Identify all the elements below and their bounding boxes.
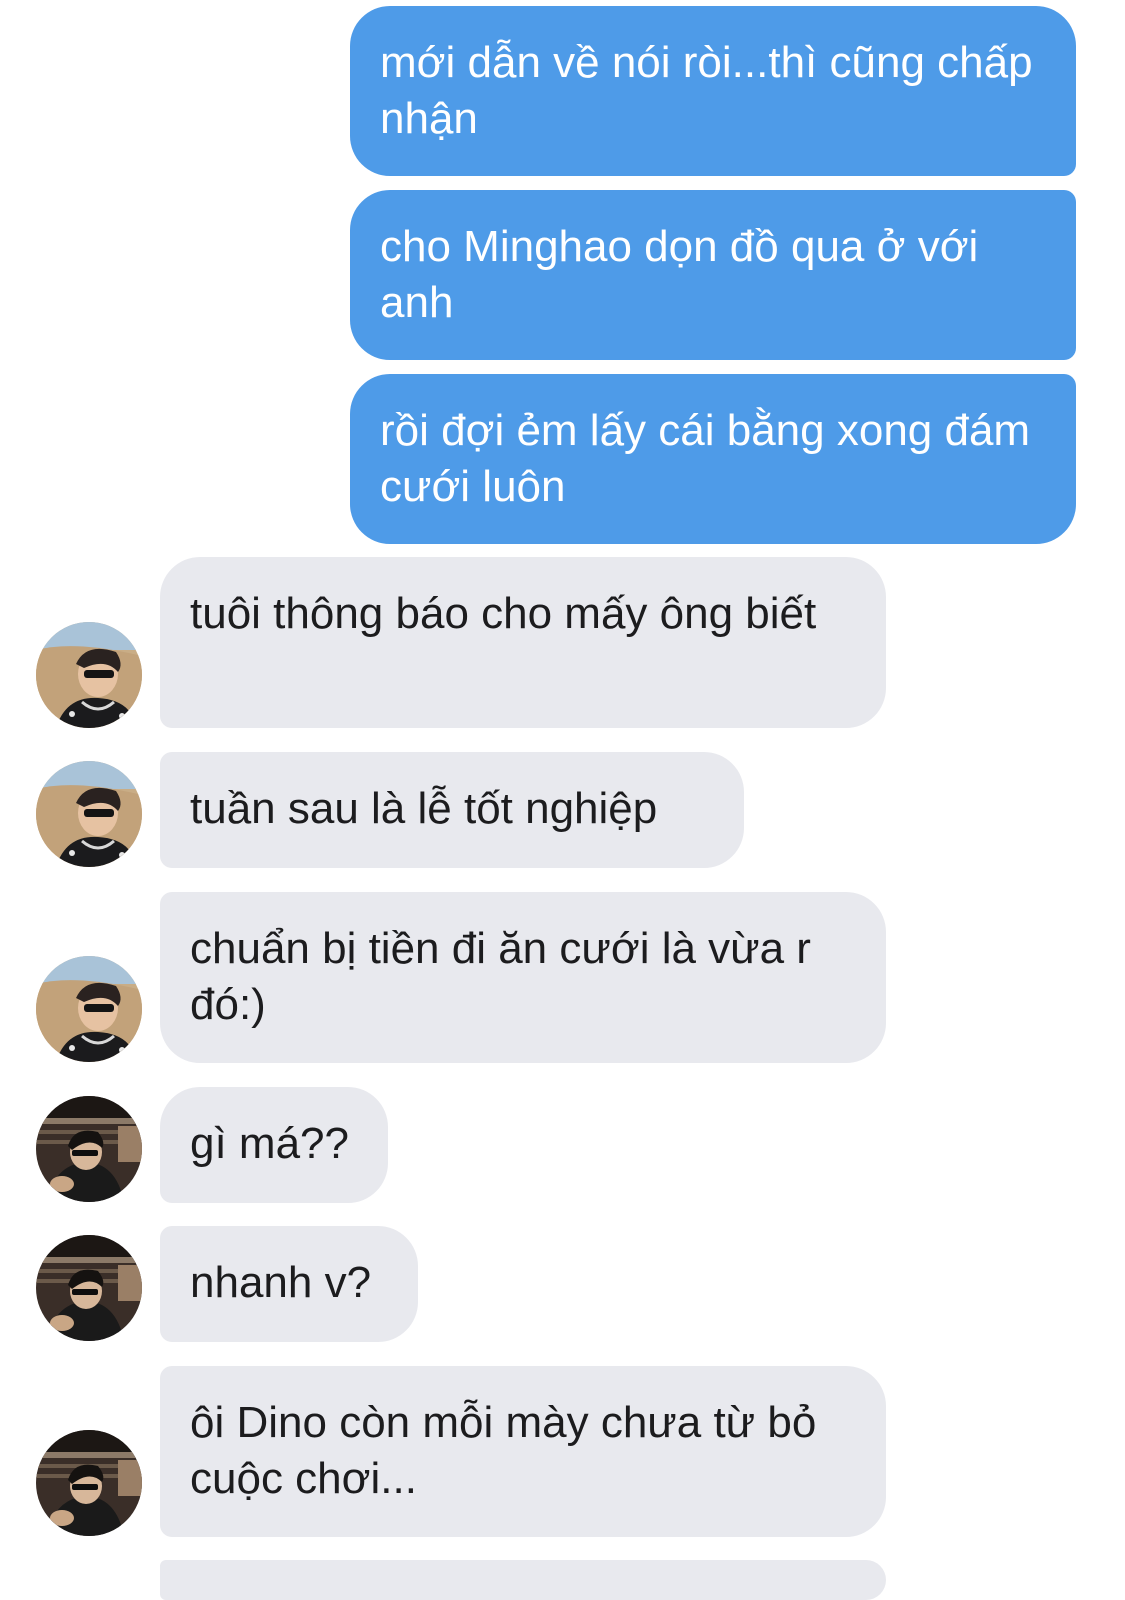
message-bubble-incoming[interactable]: tuôi thông báo cho mấy ông biết <box>160 557 886 728</box>
message-bubble-incoming[interactable]: tuần sau là lễ tốt nghiệp <box>160 752 744 868</box>
message-text: nhanh v? <box>190 1258 372 1307</box>
avatar-b-image <box>36 1096 142 1202</box>
message-bubble-incoming[interactable]: chuẩn bị tiền đi ăn cưới là vừa r đó:) <box>160 892 886 1063</box>
message-bubble-outgoing[interactable]: mới dẫn về nói ròi...thì cũng chấp nhận <box>350 6 1076 176</box>
message-text: cho Minghao dọn đồ qua ở với anh <box>380 222 979 327</box>
sender-avatar[interactable] <box>36 1235 142 1341</box>
sender-avatar[interactable] <box>36 1096 142 1202</box>
avatar-a-image <box>36 956 142 1062</box>
avatar-b-image <box>36 1430 142 1536</box>
message-bubble-incoming-partial[interactable] <box>160 1560 886 1600</box>
sender-avatar[interactable] <box>36 761 142 867</box>
sender-avatar[interactable] <box>36 1430 142 1536</box>
chat-thread: mới dẫn về nói ròi...thì cũng chấp nhận … <box>0 0 1125 1600</box>
sender-avatar[interactable] <box>36 622 142 728</box>
message-text: tuần sau là lễ tốt nghiệp <box>190 784 658 833</box>
message-bubble-incoming[interactable]: ôi Dino còn mỗi mày chưa từ bỏ cuộc chơi… <box>160 1366 886 1537</box>
avatar-a-image <box>36 761 142 867</box>
message-text: chuẩn bị tiền đi ăn cưới là vừa r đó:) <box>190 924 811 1029</box>
message-text: mới dẫn về nói ròi...thì cũng chấp nhận <box>380 38 1033 143</box>
avatar-b-image <box>36 1235 142 1341</box>
message-bubble-outgoing[interactable]: rồi đợi ẻm lấy cái bằng xong đám cưới lu… <box>350 374 1076 544</box>
message-bubble-incoming[interactable]: gì má?? <box>160 1087 388 1203</box>
message-text: rồi đợi ẻm lấy cái bằng xong đám cưới lu… <box>380 406 1031 511</box>
message-bubble-outgoing[interactable]: cho Minghao dọn đồ qua ở với anh <box>350 190 1076 360</box>
message-text: gì má?? <box>190 1119 349 1168</box>
avatar-a-image <box>36 622 142 728</box>
message-bubble-incoming[interactable]: nhanh v? <box>160 1226 418 1342</box>
message-text: tuôi thông báo cho mấy ông biết <box>190 589 817 638</box>
message-text: ôi Dino còn mỗi mày chưa từ bỏ cuộc chơi… <box>190 1398 817 1503</box>
sender-avatar[interactable] <box>36 956 142 1062</box>
